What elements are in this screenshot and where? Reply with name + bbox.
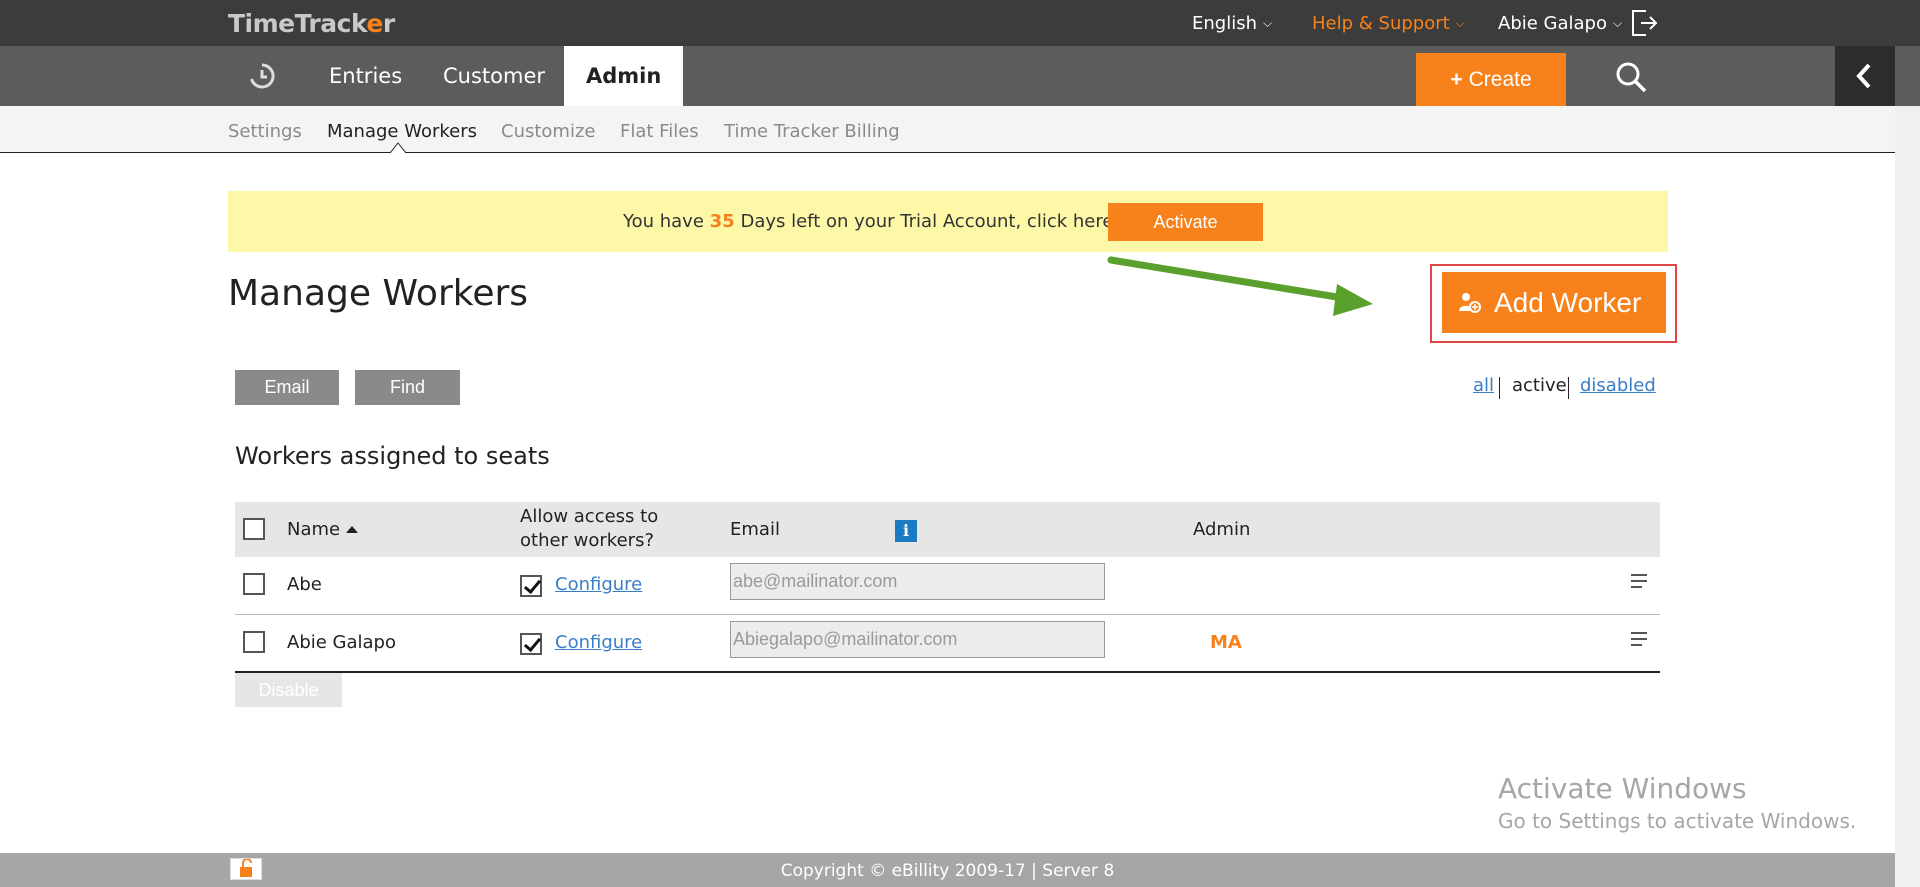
filter-active[interactable]: active	[1512, 375, 1567, 396]
filter-disabled[interactable]: disabled	[1580, 375, 1656, 396]
access-checkbox[interactable]	[520, 575, 542, 597]
trial-days: 35	[709, 211, 735, 232]
info-icon[interactable]: i	[895, 520, 917, 542]
windows-watermark: Activate Windows Go to Settings to activ…	[1498, 772, 1857, 833]
subnav-flat-files[interactable]: Flat Files	[620, 121, 699, 142]
section-title: Workers assigned to seats	[235, 442, 550, 470]
top-bar: TimeTracker English ⌵ Help & Support ⌵ Abi…	[0, 0, 1920, 46]
admin-badge: MA	[1210, 632, 1242, 653]
table-row: Abie Galapo Configure MA	[235, 615, 1660, 673]
table-row: Abe Configure	[235, 557, 1660, 615]
collapse-panel-button[interactable]	[1835, 46, 1895, 106]
access-checkbox[interactable]	[520, 633, 542, 655]
row-checkbox[interactable]	[243, 631, 265, 653]
plus-icon: +	[1450, 68, 1463, 91]
worker-name: Abe	[287, 574, 322, 595]
active-tab-caret	[390, 142, 406, 153]
nav-admin[interactable]: Admin	[564, 46, 684, 106]
footer: Copyright © eBillity 2009-17 | Server 8	[0, 853, 1895, 887]
user-menu-dropdown[interactable]: Abie Galapo ⌵	[1498, 13, 1622, 34]
configure-link[interactable]: Configure	[555, 632, 642, 653]
subnav-customize[interactable]: Customize	[501, 121, 595, 142]
configure-link[interactable]: Configure	[555, 574, 642, 595]
scrollbar-track[interactable]	[1895, 106, 1920, 887]
main-nav: Entries Customer Admin + Create	[0, 46, 1920, 106]
create-button[interactable]: + Create	[1416, 53, 1566, 106]
worker-email-field[interactable]	[730, 621, 1105, 658]
subnav-billing[interactable]: Time Tracker Billing	[724, 121, 900, 142]
row-menu-icon[interactable]	[1631, 574, 1647, 590]
chevron-down-icon: ⌵	[1263, 16, 1273, 30]
table-header: Name Allow access to other workers? i Ema…	[235, 502, 1660, 557]
trial-banner: You have 35 Days left on your Trial Acco…	[228, 191, 1668, 252]
worker-name: Abie Galapo	[287, 632, 396, 653]
help-support-dropdown[interactable]: Help & Support ⌵	[1312, 13, 1465, 34]
subnav-manage-workers[interactable]: Manage Workers	[327, 121, 477, 142]
trial-message: You have 35 Days left on your Trial Acco…	[623, 211, 1138, 232]
nav-customer[interactable]: Customer	[421, 46, 567, 106]
logout-icon[interactable]	[1629, 8, 1659, 38]
chevron-left-icon	[1856, 63, 1871, 89]
column-email: Email	[730, 519, 780, 540]
chevron-down-icon: ⌵	[1455, 16, 1465, 30]
copyright-text: Copyright © eBillity 2009-17 | Server 8	[780, 861, 1115, 881]
subnav-settings[interactable]: Settings	[228, 121, 302, 142]
sort-asc-icon	[346, 526, 359, 533]
row-menu-icon[interactable]	[1631, 632, 1647, 648]
column-access: Allow access to other workers?	[520, 506, 659, 551]
activate-button[interactable]: Activate	[1108, 203, 1263, 241]
nav-entries[interactable]: Entries	[307, 46, 424, 106]
column-admin: Admin	[1193, 519, 1251, 540]
add-worker-button[interactable]: Add Worker	[1442, 272, 1666, 333]
search-icon[interactable]	[1614, 60, 1648, 94]
find-button[interactable]: Find	[355, 370, 460, 405]
column-name[interactable]: Name	[287, 519, 359, 540]
timetracker-logo[interactable]: TimeTracker	[228, 9, 395, 38]
clock-icon[interactable]	[248, 62, 276, 90]
annotation-arrow	[1107, 256, 1373, 316]
select-all-checkbox[interactable]	[243, 518, 265, 540]
filter-all[interactable]: all	[1473, 375, 1494, 396]
disable-button[interactable]: Disable	[235, 673, 342, 707]
email-button[interactable]: Email	[235, 370, 339, 405]
admin-subnav: Settings Manage Workers Customize Flat F…	[0, 106, 1895, 153]
worker-email-field[interactable]	[730, 563, 1105, 600]
add-user-icon	[1459, 293, 1481, 313]
chevron-down-icon: ⌵	[1612, 16, 1623, 30]
row-checkbox[interactable]	[243, 573, 265, 595]
language-dropdown[interactable]: English ⌵	[1192, 13, 1272, 34]
page-title: Manage Workers	[228, 273, 529, 314]
